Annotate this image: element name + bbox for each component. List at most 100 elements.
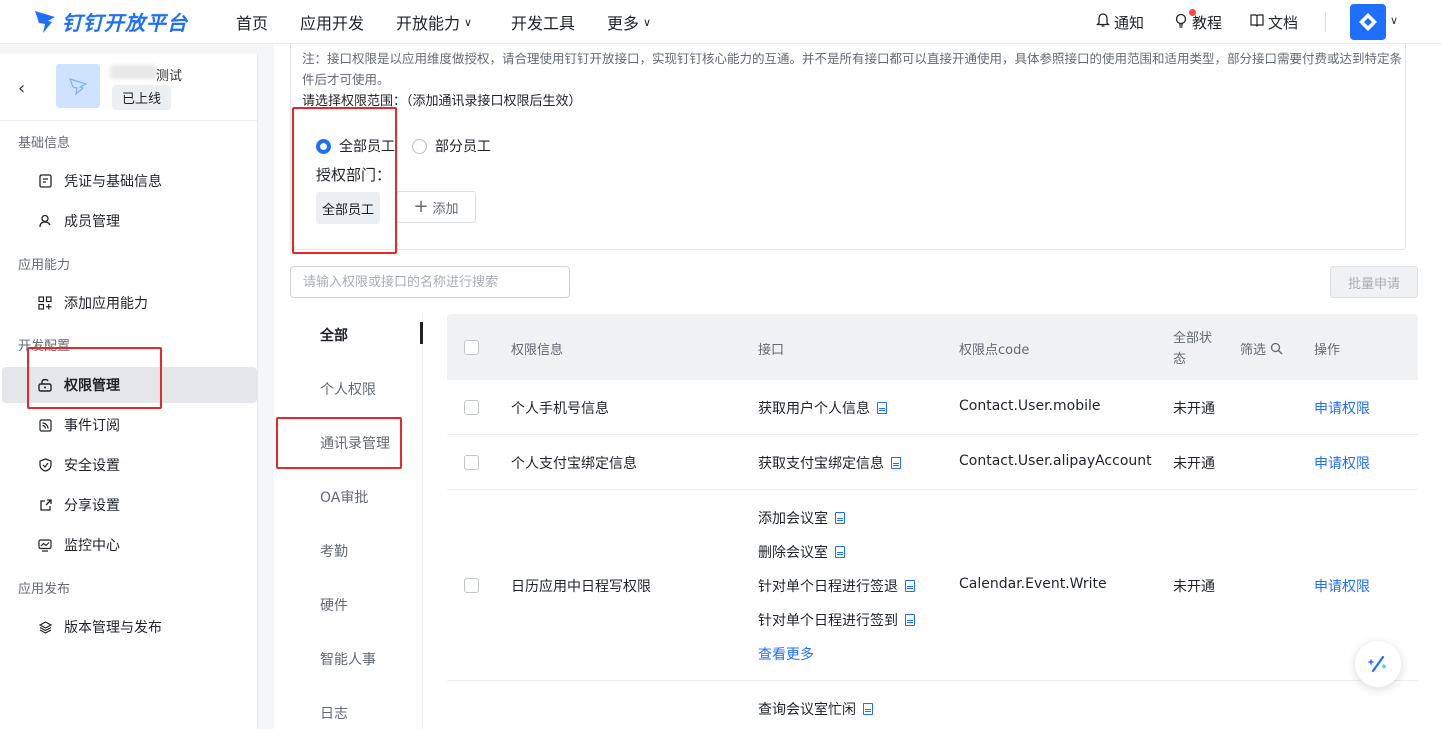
group-label-release: 应用发布	[18, 582, 71, 597]
brand-name: 钉钉开放平台	[62, 10, 188, 35]
chevron-down-icon[interactable]: ∨	[1390, 14, 1398, 27]
tutorial-link[interactable]: 教程	[1174, 0, 1222, 44]
sidebar: ‹ 测试 已上线 基础信息 凭证与基础信息 成员管理 应用能力 添加应用能力 开…	[0, 54, 258, 729]
unread-dot	[1189, 9, 1196, 16]
group-label-dev-config: 开发配置	[18, 339, 71, 354]
category-oa-approval[interactable]: OA审批	[320, 487, 368, 507]
doc-icon[interactable]	[863, 703, 873, 715]
batch-apply-button[interactable]: 批量申请	[1330, 266, 1418, 298]
doc-icon[interactable]	[905, 614, 915, 626]
table-row: 日历应用中日程写权限 添加会议室 删除会议室 针对单个日程进行签退 针对单个日程…	[447, 490, 1418, 681]
dept-tag: 全部员工	[316, 192, 380, 224]
nav-divider	[1325, 12, 1326, 32]
back-arrow-icon[interactable]: ‹	[18, 78, 25, 99]
sidebar-item-version[interactable]: 版本管理与发布	[2, 609, 257, 645]
api-link[interactable]: 针对单个日程进行签到	[758, 610, 915, 630]
doc-icon[interactable]	[891, 457, 901, 469]
row-info: 个人手机号信息	[511, 401, 609, 417]
nav-open-capability[interactable]: 开放能力 ∨	[396, 0, 472, 44]
sidebar-item-monitor[interactable]: 监控中心	[2, 527, 257, 563]
row-code: Contact.User.mobile	[959, 398, 1101, 414]
chevron-down-icon: ∨	[643, 15, 652, 29]
sidebar-item-security[interactable]: 安全设置	[2, 447, 257, 483]
nav-app-dev[interactable]: 应用开发	[300, 0, 364, 44]
shield-icon	[38, 458, 52, 472]
row-info: 日历应用中日程写权限	[511, 579, 651, 595]
api-link[interactable]: 获取用户个人信息	[758, 398, 887, 418]
row-code: Calendar.Event.Write	[959, 576, 1107, 592]
row-status: 未开通	[1173, 456, 1215, 472]
sidebar-item-permission[interactable]: 权限管理	[2, 367, 257, 403]
api-link[interactable]: 针对单个日程进行签退	[758, 576, 915, 596]
plus-icon: +	[413, 196, 429, 217]
sidebar-item-credential[interactable]: 凭证与基础信息	[2, 163, 257, 199]
sidebar-item-add-capability[interactable]: 添加应用能力	[2, 285, 257, 321]
table-header: 权限信息 接口 权限点code 全部状 态 筛选 操作	[447, 314, 1418, 380]
nav-home[interactable]: 首页	[236, 0, 268, 44]
api-link[interactable]: 获取支付宝绑定信息	[758, 453, 901, 473]
row-checkbox[interactable]	[464, 455, 479, 470]
docs-link[interactable]: 文档	[1250, 0, 1298, 44]
category-all[interactable]: 全部	[320, 325, 348, 345]
magic-wand-icon	[1368, 655, 1387, 673]
nav-more[interactable]: 更多 ∨	[607, 0, 651, 44]
apply-permission-link[interactable]: 申请权限	[1314, 576, 1370, 596]
th-status[interactable]: 全部状 态	[1173, 328, 1212, 370]
th-code: 权限点code	[959, 343, 1030, 358]
category-contacts[interactable]: 通讯录管理	[320, 433, 390, 453]
doc-icon[interactable]	[835, 512, 845, 524]
category-personal[interactable]: 个人权限	[320, 379, 376, 399]
category-active-indicator	[420, 322, 423, 344]
table-row: 个人支付宝绑定信息 获取支付宝绑定信息 Contact.User.alipayA…	[447, 435, 1418, 490]
share-icon	[38, 498, 52, 512]
select-all-checkbox[interactable]	[464, 340, 479, 355]
view-more-link[interactable]: 查看更多	[758, 644, 814, 664]
sidebar-divider	[0, 120, 257, 121]
org-avatar[interactable]	[1350, 4, 1386, 40]
category-log[interactable]: 日志	[320, 703, 348, 723]
bell-icon	[1095, 12, 1111, 32]
doc-icon[interactable]	[877, 402, 887, 414]
doc-icon[interactable]	[835, 546, 845, 558]
row-checkbox[interactable]	[464, 400, 479, 415]
apply-permission-link[interactable]: 申请权限	[1314, 398, 1370, 418]
api-link[interactable]: 添加会议室	[758, 508, 845, 528]
radio-all-employees[interactable]: 全部员工	[316, 136, 395, 156]
scope-label: 请选择权限范围：（添加通讯录接口权限后生效）	[302, 94, 582, 109]
api-link[interactable]: 删除会议室	[758, 542, 845, 562]
permission-search-input[interactable]	[290, 266, 570, 298]
doc-icon[interactable]	[905, 580, 915, 592]
apply-permission-link[interactable]: 申请权限	[1314, 453, 1370, 473]
user-icon	[38, 214, 52, 228]
row-info: 个人支付宝绑定信息	[511, 456, 637, 472]
brand-logo[interactable]: 钉钉开放平台	[34, 6, 188, 36]
notify-link[interactable]: 通知	[1095, 0, 1144, 44]
sidebar-item-events[interactable]: 事件订阅	[2, 407, 257, 443]
nav-dev-tools[interactable]: 开发工具	[511, 0, 575, 44]
th-api: 接口	[758, 343, 785, 358]
group-label-capability: 应用能力	[18, 258, 71, 273]
sidebar-item-members[interactable]: 成员管理	[2, 203, 257, 239]
auth-dept-label: 授权部门：	[316, 166, 392, 184]
radio-partial-employees[interactable]: 部分员工	[412, 136, 491, 156]
category-attendance[interactable]: 考勤	[320, 541, 348, 561]
sidebar-item-share[interactable]: 分享设置	[2, 487, 257, 523]
row-checkbox[interactable]	[464, 578, 479, 593]
radio-unchecked-icon	[412, 138, 427, 154]
app-icon	[56, 64, 100, 108]
category-smart-hr[interactable]: 智能人事	[320, 649, 376, 669]
category-hardware[interactable]: 硬件	[320, 595, 348, 615]
main-content: 注：接口权限是以应用维度做授权，请合理使用钉钉开放接口，实现钉钉核心能力的互通。…	[274, 44, 1442, 729]
top-navbar: 钉钉开放平台 首页 应用开发 开放能力 ∨ 开发工具 更多 ∨ 通知 教程 文档 ∨	[0, 0, 1442, 44]
ai-assistant-button[interactable]	[1355, 641, 1401, 687]
permission-notice: 注：接口权限是以应用维度做授权，请合理使用钉钉开放接口，实现钉钉核心能力的互通。…	[302, 51, 1403, 87]
api-link[interactable]: 查询会议室忙闲	[758, 699, 873, 719]
credential-icon	[38, 174, 52, 188]
dingtalk-logo-icon	[35, 11, 55, 33]
table-row: 查询会议室忙闲	[447, 681, 1418, 729]
app-name-masked	[110, 65, 158, 79]
book-icon	[1250, 13, 1264, 31]
filter-button[interactable]: 筛选	[1240, 339, 1283, 358]
lock-icon	[38, 378, 52, 392]
add-dept-button[interactable]: + 添加	[396, 191, 476, 223]
